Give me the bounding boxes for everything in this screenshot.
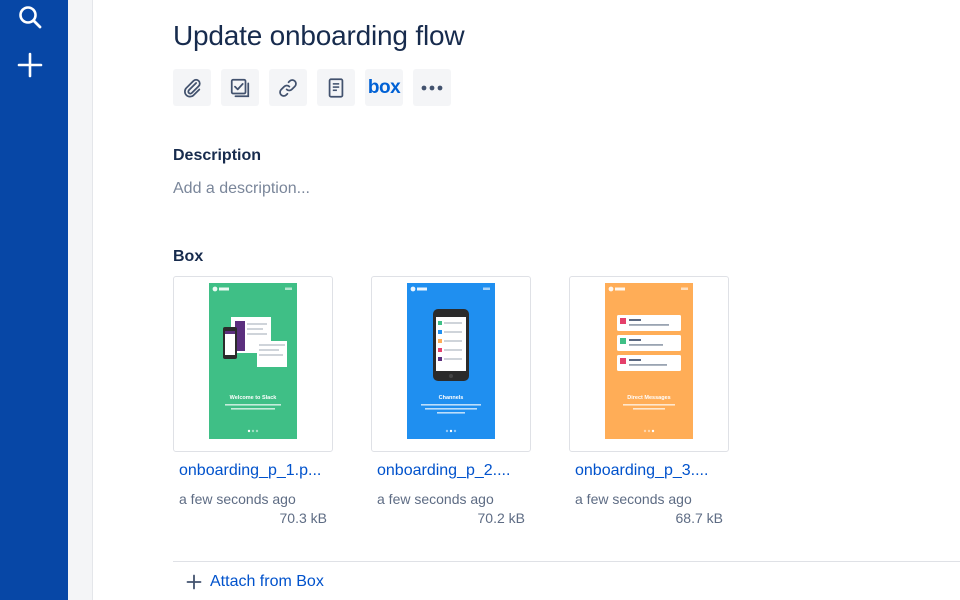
attachment-card[interactable]: Channels onboarding_p_2.... a few second… [371, 276, 531, 526]
attach-from-box-label: Attach from Box [210, 573, 324, 590]
attachment-thumbnail[interactable]: Channels [371, 276, 531, 452]
link-issue-button[interactable] [269, 69, 307, 106]
page-icon [328, 77, 344, 98]
attachment-size: 70.3 kB [279, 510, 327, 526]
create-subtask-button[interactable] [221, 69, 259, 106]
more-actions-button[interactable] [413, 69, 451, 106]
attachment-size: 70.2 kB [477, 510, 525, 526]
attachment-time: a few seconds ago [179, 491, 296, 507]
issue-toolbar: box [173, 69, 451, 106]
attachment-card[interactable]: Direct Messages onboarding_p_3.... a few… [569, 276, 729, 526]
attachment-time: a few seconds ago [377, 491, 494, 507]
add-page-button[interactable] [317, 69, 355, 106]
slide-preview: Direct Messages [605, 283, 693, 439]
checklist-icon [230, 78, 250, 97]
slide-title: Direct Messages [627, 395, 670, 401]
search-icon[interactable] [17, 4, 43, 30]
description-input[interactable]: Add a description... [173, 180, 310, 198]
slide-title: Channels [439, 395, 464, 401]
attachment-thumbnail[interactable]: Direct Messages [569, 276, 729, 452]
attachment-name[interactable]: onboarding_p_3.... [575, 462, 727, 480]
plus-icon [186, 574, 202, 590]
attachment-name[interactable]: onboarding_p_2.... [377, 462, 529, 480]
box-button[interactable]: box [365, 69, 403, 106]
attachment-thumbnail[interactable]: Welcome to Slack [173, 276, 333, 452]
slide-title: Welcome to Slack [230, 395, 278, 401]
box-section-label: Box [173, 248, 204, 265]
issue-title[interactable]: Update onboarding flow [173, 20, 465, 52]
attachment-card[interactable]: Welcome to Slack onboarding_p_1.p... a f… [173, 276, 333, 526]
paperclip-icon [184, 78, 201, 98]
attachment-size: 68.7 kB [675, 510, 723, 526]
plus-icon[interactable] [17, 52, 43, 78]
slide-preview: Channels [407, 283, 495, 439]
slide-preview: Welcome to Slack [209, 283, 297, 439]
description-label: Description [173, 147, 262, 164]
more-icon [421, 85, 443, 90]
section-divider [173, 561, 960, 562]
attachment-name[interactable]: onboarding_p_1.p... [179, 462, 331, 480]
attachment-time: a few seconds ago [575, 491, 692, 507]
global-sidebar [0, 0, 68, 600]
attach-button[interactable] [173, 69, 211, 106]
link-icon [279, 78, 297, 97]
sidebar-gutter [68, 0, 93, 600]
attach-from-box-button[interactable]: Attach from Box [186, 573, 324, 591]
box-logo: box [367, 76, 401, 98]
